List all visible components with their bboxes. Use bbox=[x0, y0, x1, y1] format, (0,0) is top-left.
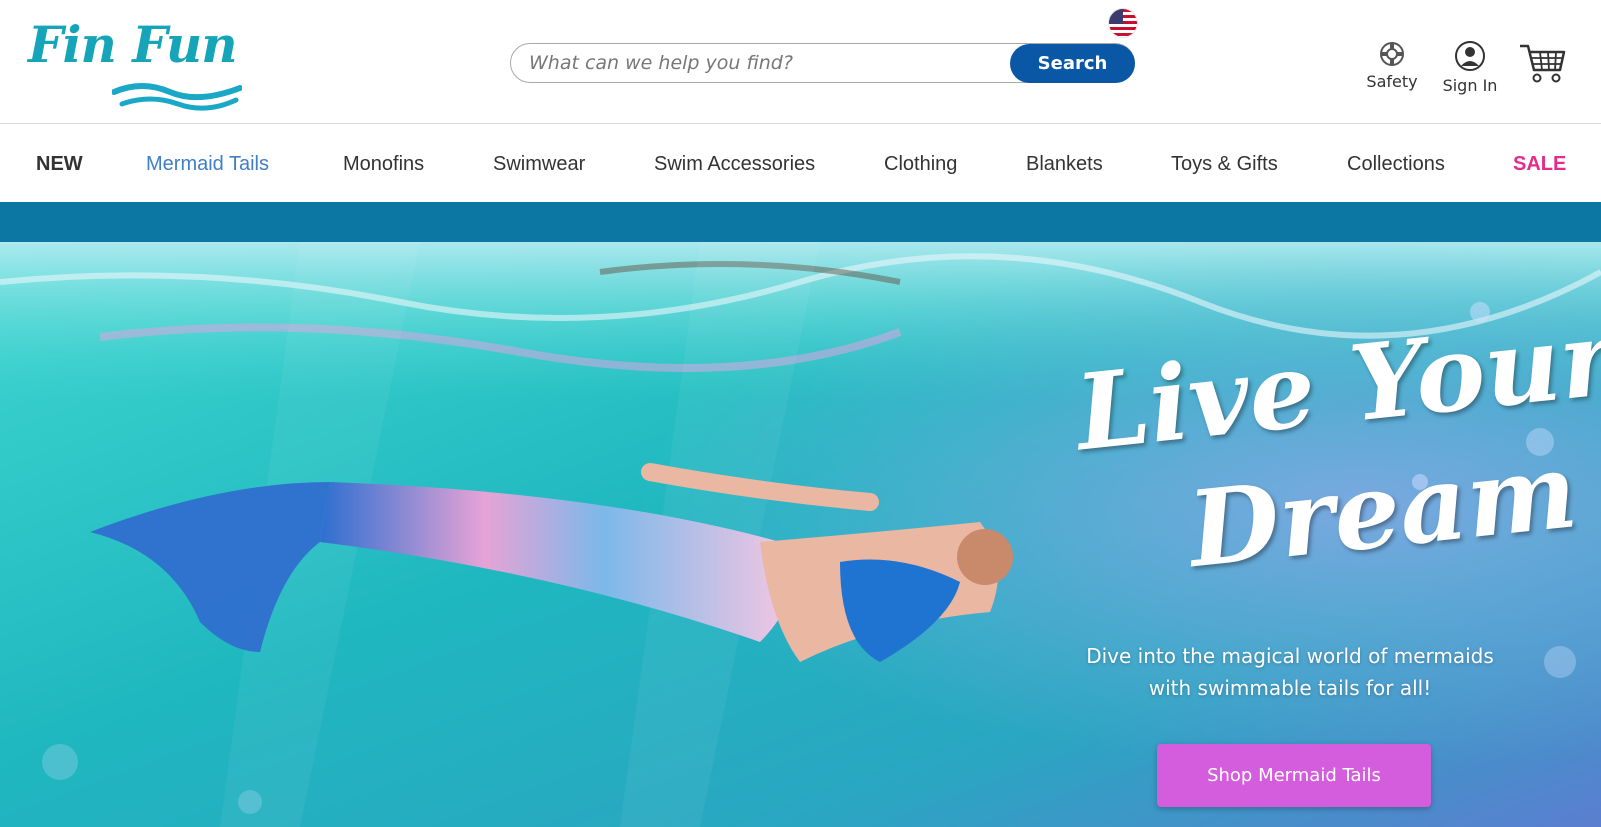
user-icon bbox=[1455, 41, 1485, 71]
nav-item-new[interactable]: NEW bbox=[36, 153, 83, 176]
nav-item-swim-accessories[interactable]: Swim Accessories bbox=[654, 153, 815, 176]
search-input[interactable] bbox=[529, 44, 999, 82]
shop-mermaid-tails-button[interactable]: Shop Mermaid Tails bbox=[1157, 744, 1431, 807]
logo-waves-icon bbox=[112, 83, 242, 111]
nav-item-clothing[interactable]: Clothing bbox=[884, 153, 957, 176]
hero-headline: Live Your Dream bbox=[1070, 295, 1601, 605]
main-nav: NEW Mermaid Tails Monofins Swimwear Swim… bbox=[0, 125, 1601, 202]
finfun-logo[interactable]: Fin Fun bbox=[28, 14, 243, 111]
nav-item-toys-gifts[interactable]: Toys & Gifts bbox=[1171, 153, 1278, 176]
nav-item-monofins[interactable]: Monofins bbox=[343, 153, 424, 176]
nav-item-sale[interactable]: SALE bbox=[1513, 153, 1566, 176]
sign-in-label: Sign In bbox=[1442, 76, 1498, 95]
subtext-line-2: with swimmable tails for all! bbox=[1148, 676, 1432, 700]
subtext-line-1: Dive into the magical world of mermaids bbox=[1086, 644, 1494, 668]
search-button[interactable]: Search bbox=[1010, 44, 1135, 83]
hero-banner: Live Your Dream Dive into the magical wo… bbox=[0, 242, 1601, 827]
sign-in-link[interactable]: Sign In bbox=[1434, 40, 1506, 95]
site-header: Fin Fun Search Safety bbox=[0, 0, 1601, 124]
us-flag-icon[interactable] bbox=[1108, 8, 1138, 38]
hero-subtext: Dive into the magical world of mermaids … bbox=[1070, 640, 1510, 704]
nav-item-collections[interactable]: Collections bbox=[1347, 153, 1445, 176]
lifebuoy-icon bbox=[1380, 42, 1404, 66]
nav-item-blankets[interactable]: Blankets bbox=[1026, 153, 1103, 176]
nav-item-mermaid-tails[interactable]: Mermaid Tails bbox=[146, 153, 269, 176]
promo-band bbox=[0, 202, 1601, 242]
logo-text: Fin Fun bbox=[28, 15, 238, 74]
nav-item-swimwear[interactable]: Swimwear bbox=[493, 153, 585, 176]
shopping-cart-icon[interactable] bbox=[1518, 42, 1566, 84]
safety-link[interactable]: Safety bbox=[1362, 40, 1422, 91]
safety-label: Safety bbox=[1366, 72, 1418, 91]
